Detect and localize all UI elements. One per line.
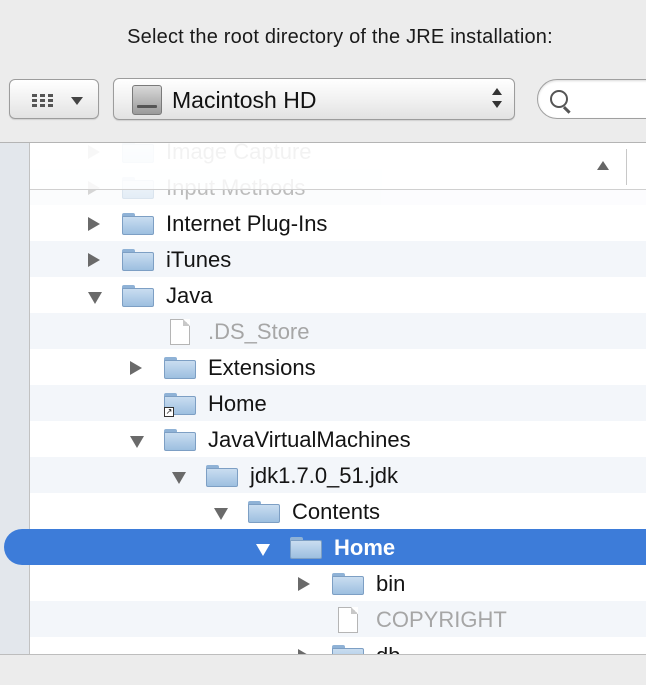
grid-view-icon (32, 93, 54, 107)
file-list[interactable]: Image CaptureInput MethodsInternet Plug-… (4, 143, 646, 655)
folder-icon (122, 285, 154, 307)
search-field[interactable] (537, 79, 646, 119)
folder-icon (122, 249, 154, 271)
dialog-bottom-bar (0, 654, 646, 685)
view-options-button[interactable] (9, 79, 99, 119)
popup-stepper-icon (492, 88, 502, 112)
list-item[interactable]: COPYRIGHT (30, 601, 646, 637)
disclosure-collapsed-icon[interactable] (88, 253, 100, 267)
folder-icon (248, 501, 280, 523)
disclosure-expanded-icon[interactable] (214, 508, 228, 520)
disclosure-expanded-icon[interactable] (130, 436, 144, 448)
list-item-label: Contents (292, 499, 381, 524)
list-item-label: bin (376, 571, 406, 596)
list-item[interactable]: .DS_Store (30, 313, 646, 349)
folder-icon (206, 465, 238, 487)
list-item[interactable]: jdk1.7.0_51.jdk (30, 457, 646, 493)
list-item[interactable]: Java (30, 277, 646, 313)
list-item-label: COPYRIGHT (376, 607, 507, 632)
list-item[interactable]: ↗ Home (30, 385, 646, 421)
list-item-label: JavaVirtualMachines (208, 427, 411, 452)
list-item-label: Home (334, 535, 396, 560)
folder-icon (332, 573, 364, 595)
list-item-label: Extensions (208, 355, 316, 380)
list-item-label: Internet Plug-Ins (166, 211, 328, 236)
toolbar: Macintosh HD (0, 76, 646, 122)
dialog-title: Select the root directory of the JRE ins… (127, 26, 553, 48)
location-popup[interactable]: Macintosh HD (113, 78, 515, 120)
sidebar[interactable] (0, 143, 30, 655)
disclosure-collapsed-icon[interactable] (130, 361, 142, 375)
folder-icon (164, 357, 196, 379)
disclosure-collapsed-icon[interactable] (298, 577, 310, 591)
file-browser[interactable]: Image CaptureInput MethodsInternet Plug-… (0, 142, 646, 655)
folder-icon: ↗ (164, 393, 196, 417)
list-item[interactable]: db (30, 637, 646, 655)
search-icon (550, 90, 568, 108)
list-item-label: iTunes (166, 247, 232, 272)
folder-icon (164, 429, 196, 451)
document-icon (338, 607, 358, 633)
folder-icon (122, 213, 154, 235)
disclosure-collapsed-icon[interactable] (88, 217, 100, 231)
disclosure-expanded-icon[interactable] (88, 292, 102, 304)
list-item-label: .DS_Store (208, 319, 310, 344)
sort-ascending-icon[interactable] (597, 161, 609, 170)
folder-icon (290, 537, 322, 559)
search-input[interactable] (578, 88, 646, 112)
list-item[interactable]: JavaVirtualMachines (30, 421, 646, 457)
list-item[interactable]: bin (30, 565, 646, 601)
disclosure-expanded-icon[interactable] (256, 544, 270, 556)
list-item[interactable]: iTunes (30, 241, 646, 277)
list-item[interactable]: Internet Plug-Ins (30, 205, 646, 241)
hard-drive-icon (132, 85, 162, 115)
document-icon (170, 319, 190, 345)
list-item[interactable]: Extensions (30, 349, 646, 385)
disclosure-expanded-icon[interactable] (172, 472, 186, 484)
list-item-label: Java (166, 283, 213, 308)
list-item[interactable]: Home (4, 529, 646, 565)
chevron-down-icon (71, 97, 83, 105)
alias-arrow-icon: ↗ (164, 407, 174, 417)
column-divider[interactable] (626, 149, 627, 185)
location-label: Macintosh HD (172, 87, 317, 113)
list-item-label: jdk1.7.0_51.jdk (250, 463, 398, 488)
column-header[interactable] (30, 143, 646, 190)
list-item[interactable]: Contents (30, 493, 646, 529)
list-item-label: Home (208, 391, 267, 416)
